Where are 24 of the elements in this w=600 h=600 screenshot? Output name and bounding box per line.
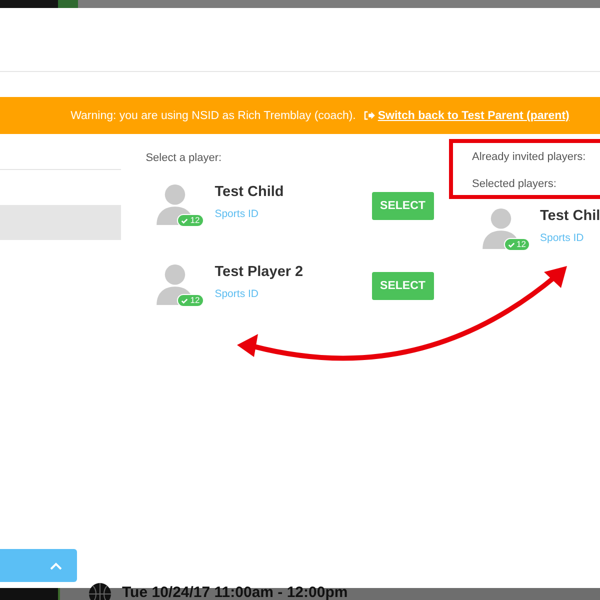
dark-panel [0,588,60,600]
event-time-text: Tue 10/24/17 11:00am - 12:00pm [122,584,348,600]
player-name: Test Child [214,184,285,200]
switch-back-link[interactable]: Switch back to Test Parent (parent) [364,110,570,122]
level-badge: 12 [177,214,204,227]
sports-id-link[interactable]: Sports ID [214,288,365,300]
warning-text: Warning: you are using NSID as Rich Tremblay (coach). [70,110,356,122]
chevron-up-icon [50,562,62,570]
check-icon [181,218,188,224]
sports-id-link[interactable]: Sports ID [540,232,600,244]
select-button[interactable]: SELECT [372,192,434,220]
select-button[interactable]: SELECT [372,272,434,300]
collapse-button[interactable] [0,549,77,582]
level-badge: 12 [504,238,530,251]
level-badge: 12 [177,294,204,307]
check-icon [508,242,515,248]
check-icon [181,298,188,304]
exit-icon [364,111,375,120]
player-name: Test Player 2 [214,264,304,280]
player-name: Test Chil [540,208,600,224]
section-heading: Already invited players: [472,151,587,163]
section-heading: Select a player: [146,152,223,164]
sports-id-link[interactable]: Sports ID [214,208,365,220]
section-heading: Selected players: [472,178,558,190]
